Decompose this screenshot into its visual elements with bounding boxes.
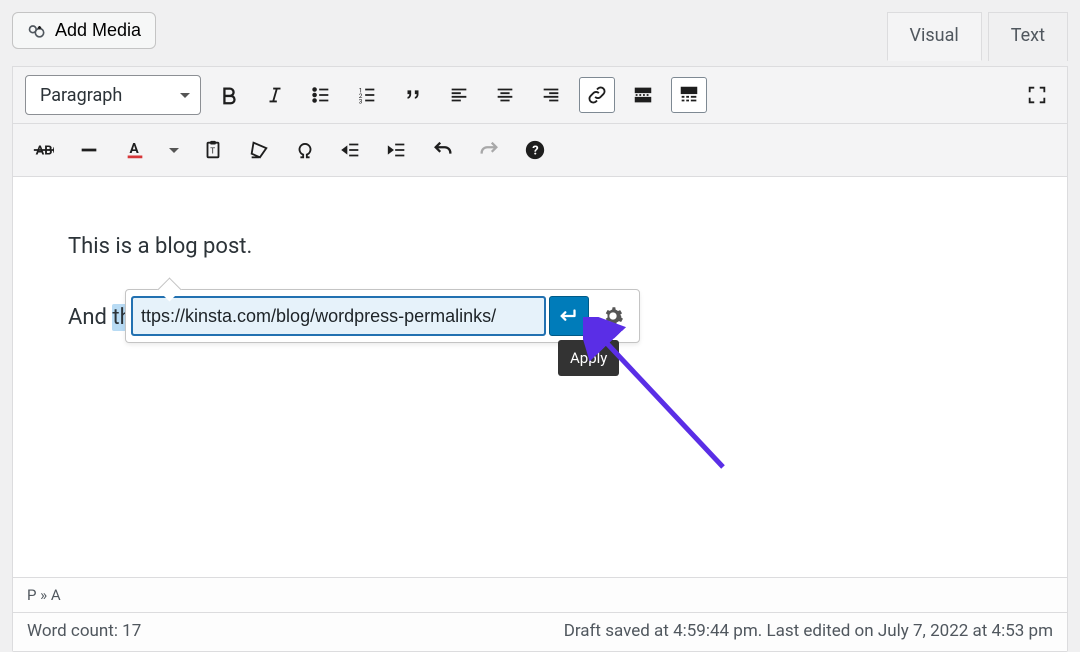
toolbar-toggle-button[interactable] [671, 77, 707, 113]
svg-text:3: 3 [359, 97, 363, 105]
svg-text:A: A [130, 141, 140, 157]
word-count: Word count: 17 [27, 621, 141, 641]
format-dropdown[interactable]: Paragraph [25, 75, 201, 115]
outdent-button[interactable] [333, 132, 369, 168]
strikethrough-button[interactable]: ABC [25, 132, 61, 168]
toolbar-row-2: ABC A T ? [13, 124, 1067, 177]
horizontal-rule-button[interactable] [71, 132, 107, 168]
editor-panel: Paragraph 123 ABC A T ? This is a blog p… [12, 66, 1068, 652]
apply-tooltip: Apply [558, 340, 619, 376]
svg-text:T: T [210, 147, 215, 157]
indent-button[interactable] [379, 132, 415, 168]
align-center-button[interactable] [487, 77, 523, 113]
url-input[interactable] [132, 297, 545, 335]
align-left-button[interactable] [441, 77, 477, 113]
align-right-button[interactable] [533, 77, 569, 113]
paragraph: This is a blog post. [68, 229, 1012, 264]
redo-button[interactable] [471, 132, 507, 168]
chevron-down-icon [180, 93, 190, 103]
enter-icon [558, 305, 580, 327]
blockquote-button[interactable] [395, 77, 431, 113]
add-media-label: Add Media [55, 20, 141, 41]
status-bar: P » A Word count: 17 Draft saved at 4:59… [13, 577, 1067, 651]
clear-formatting-button[interactable] [241, 132, 277, 168]
editor-tabs: Visual Text [887, 12, 1068, 61]
editor-content[interactable]: This is a blog post. And this is an inte… [13, 177, 1067, 577]
save-status: Draft saved at 4:59:44 pm. Last edited o… [564, 621, 1053, 641]
media-icon [27, 21, 47, 41]
fullscreen-button[interactable] [1019, 77, 1055, 113]
svg-text:ABC: ABC [36, 144, 54, 159]
add-media-button[interactable]: Add Media [12, 12, 156, 49]
numbered-list-button[interactable]: 123 [349, 77, 385, 113]
apply-link-button[interactable] [549, 296, 589, 336]
tab-text[interactable]: Text [988, 12, 1068, 61]
bold-button[interactable] [211, 77, 247, 113]
link-button[interactable] [579, 77, 615, 113]
element-path[interactable]: P » A [13, 578, 1067, 613]
toolbar-row-1: Paragraph 123 [13, 67, 1067, 124]
link-insert-popup: Apply [125, 289, 640, 343]
help-button[interactable]: ? [517, 132, 553, 168]
gear-icon [602, 305, 624, 327]
bullet-list-button[interactable] [303, 77, 339, 113]
tab-visual[interactable]: Visual [887, 12, 982, 61]
italic-button[interactable] [257, 77, 293, 113]
paste-as-text-button[interactable]: T [195, 132, 231, 168]
svg-text:?: ? [532, 144, 538, 159]
read-more-button[interactable] [625, 77, 661, 113]
special-char-button[interactable] [287, 132, 323, 168]
undo-button[interactable] [425, 132, 461, 168]
text-color-chevron-icon[interactable] [163, 132, 185, 168]
link-options-button[interactable] [593, 296, 633, 336]
text-color-button[interactable]: A [117, 132, 153, 168]
